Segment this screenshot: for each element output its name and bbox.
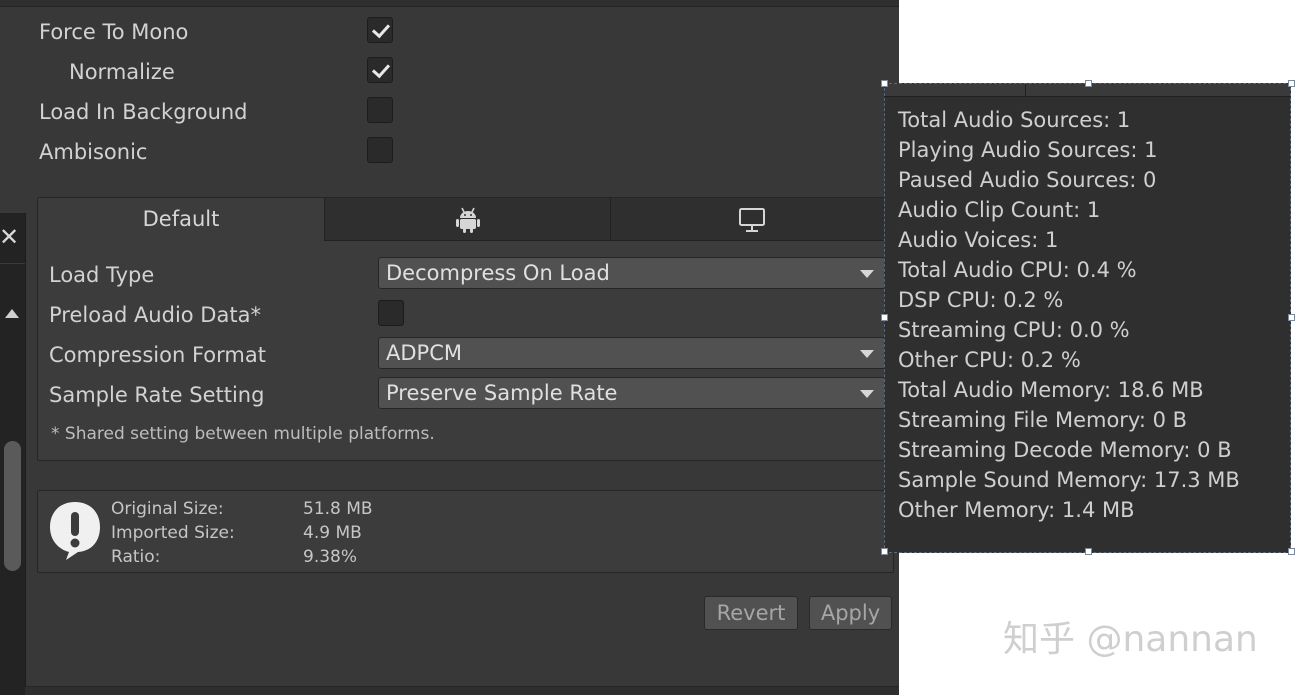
exclamation-icon xyxy=(50,502,100,560)
chevron-down-icon xyxy=(860,270,874,278)
stat-line: Audio Clip Count: 1 xyxy=(898,198,1101,222)
stat-line: Playing Audio Sources: 1 xyxy=(898,138,1158,162)
preload-audio-data-label: Preload Audio Data* xyxy=(49,303,261,327)
import-info-box: Original Size: 51.8 MB Imported Size: 4.… xyxy=(37,490,894,573)
audio-stats-overlay: Total Audio Sources: 1 Playing Audio Sour… xyxy=(884,83,1291,553)
chevron-down-icon xyxy=(860,350,874,358)
sample-rate-setting-value: Preserve Sample Rate xyxy=(386,381,618,405)
stat-line: Total Audio CPU: 0.4 % xyxy=(898,258,1137,282)
load-in-background-label: Load In Background xyxy=(39,100,248,124)
imported-size-label: Imported Size: xyxy=(111,523,235,543)
audio-import-inspector: Force To Mono Normalize Load In Backgrou… xyxy=(0,0,899,695)
stat-line: Streaming Decode Memory: 0 B xyxy=(898,438,1232,462)
stat-line: Streaming CPU: 0.0 % xyxy=(898,318,1130,342)
stat-line: Total Audio Memory: 18.6 MB xyxy=(898,378,1204,402)
stat-line: Other CPU: 0.2 % xyxy=(898,348,1081,372)
ambisonic-label: Ambisonic xyxy=(39,140,148,164)
compression-format-value: ADPCM xyxy=(386,341,462,365)
tab-default[interactable]: Default xyxy=(38,198,325,241)
resize-handle[interactable] xyxy=(881,314,888,321)
stat-line: Total Audio Sources: 1 xyxy=(898,108,1131,132)
preload-audio-data-checkbox[interactable] xyxy=(378,300,404,326)
original-size-value: 51.8 MB xyxy=(303,499,373,519)
force-to-mono-checkbox[interactable] xyxy=(367,17,393,43)
load-type-value: Decompress On Load xyxy=(386,261,610,285)
scroll-up-icon[interactable] xyxy=(5,309,19,318)
revert-button[interactable]: Revert xyxy=(704,596,798,630)
resize-handle[interactable] xyxy=(1085,548,1092,555)
compression-format-dropdown[interactable]: ADPCM xyxy=(378,337,886,369)
platform-settings-panel: Default Load Type Decompress On Load Pre… xyxy=(37,197,897,461)
normalize-checkbox[interactable] xyxy=(367,57,393,83)
sample-rate-setting-dropdown[interactable]: Preserve Sample Rate xyxy=(378,377,886,409)
stat-line: Sample Sound Memory: 17.3 MB xyxy=(898,468,1240,492)
stat-line: Streaming File Memory: 0 B xyxy=(898,408,1188,432)
tab-standalone[interactable] xyxy=(611,198,896,241)
shared-setting-footnote: * Shared setting between multiple platfo… xyxy=(51,424,435,444)
resize-handle[interactable] xyxy=(1288,314,1295,321)
compression-format-label: Compression Format xyxy=(49,343,266,367)
imported-size-value: 4.9 MB xyxy=(303,523,362,543)
resize-handle[interactable] xyxy=(1085,80,1092,87)
stat-line: Audio Voices: 1 xyxy=(898,228,1059,252)
close-icon[interactable]: ✕ xyxy=(0,225,19,249)
load-in-background-checkbox[interactable] xyxy=(367,97,393,123)
stat-line: Other Memory: 1.4 MB xyxy=(898,498,1135,522)
stat-line: DSP CPU: 0.2 % xyxy=(898,288,1064,312)
tab-default-label: Default xyxy=(142,207,220,231)
force-to-mono-label: Force To Mono xyxy=(39,20,189,44)
chevron-down-icon xyxy=(860,390,874,398)
scrollbar-thumb[interactable] xyxy=(4,441,21,571)
header-divider xyxy=(0,0,899,7)
ratio-value: 9.38% xyxy=(303,547,358,567)
apply-button[interactable]: Apply xyxy=(809,596,892,630)
tab-android[interactable] xyxy=(325,198,611,241)
checkmark-icon xyxy=(371,19,391,39)
resize-handle[interactable] xyxy=(1288,80,1295,87)
watermark: 知乎 @nannan xyxy=(1003,619,1258,660)
resize-handle[interactable] xyxy=(881,548,888,555)
ambisonic-checkbox[interactable] xyxy=(367,137,393,163)
ratio-label: Ratio: xyxy=(111,547,161,567)
resize-handle[interactable] xyxy=(1288,548,1295,555)
monitor-icon xyxy=(739,208,765,232)
load-type-dropdown[interactable]: Decompress On Load xyxy=(378,257,886,289)
checkmark-icon xyxy=(371,59,391,79)
resize-handle[interactable] xyxy=(881,80,888,87)
stat-line: Paused Audio Sources: 0 xyxy=(898,168,1157,192)
tab-divider xyxy=(1025,84,1026,96)
normalize-label: Normalize xyxy=(69,60,175,84)
load-type-label: Load Type xyxy=(49,263,155,287)
original-size-label: Original Size: xyxy=(111,499,224,519)
footer-bar xyxy=(25,686,899,695)
side-strip: ✕ xyxy=(0,213,26,695)
strip-divider xyxy=(0,263,25,264)
sample-rate-setting-label: Sample Rate Setting xyxy=(49,383,265,407)
android-icon xyxy=(456,207,480,233)
